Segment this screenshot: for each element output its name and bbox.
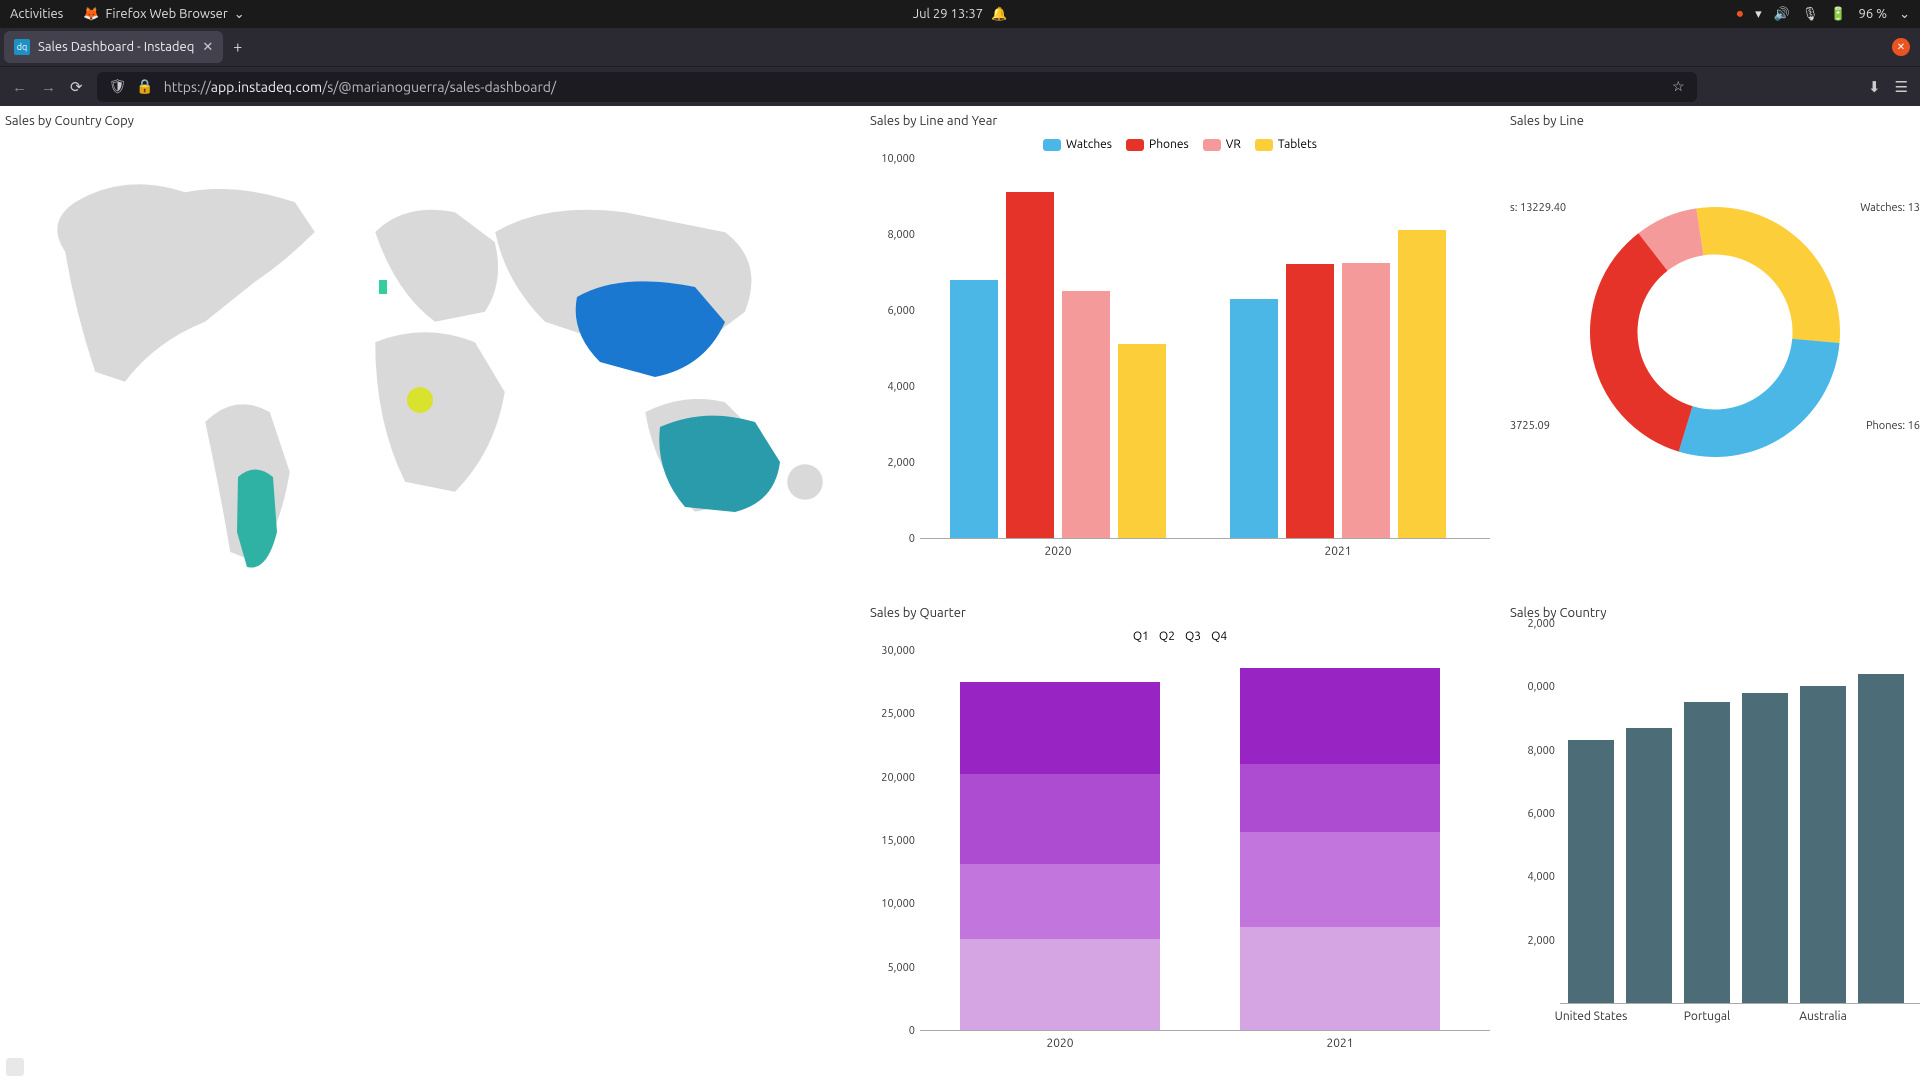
battery-icon[interactable]: 🔋: [1830, 7, 1846, 22]
bookmark-star-icon[interactable]: ☆: [1672, 78, 1685, 95]
menu-button[interactable]: ☰: [1895, 78, 1908, 96]
shield-icon[interactable]: 🛡: [109, 78, 127, 95]
stack-Q2-2020[interactable]: [960, 864, 1160, 939]
legend-item[interactable]: Q1: [1133, 630, 1149, 643]
legend-item[interactable]: Q4: [1211, 630, 1227, 643]
panel-title: Sales by Country: [1510, 602, 1920, 624]
stack-Q1-2021[interactable]: [1240, 927, 1440, 1030]
panel-title: Sales by Country Copy: [5, 110, 855, 132]
reload-button[interactable]: ⟳: [70, 78, 83, 96]
panel-title: Sales by Line: [1510, 110, 1920, 132]
bar-chart[interactable]: 02,0004,0006,0008,00010,00020202021: [920, 159, 1490, 539]
stack-Q1-2020[interactable]: [960, 939, 1160, 1030]
browser-toolbar: ← → ⟳ 🛡 🔒 https://app.instadeq.com/s/@ma…: [0, 66, 1920, 106]
chevron-down-icon[interactable]: ⌄: [1899, 7, 1910, 22]
legend-item[interactable]: Q3: [1185, 630, 1201, 643]
dashboard-content: Sales by Country Copy Sales by Line and …: [0, 106, 1920, 1080]
url-text: https://app.instadeq.com/s/@marianoguerr…: [164, 79, 1662, 95]
bar-vr-2021[interactable]: [1342, 263, 1390, 539]
back-button[interactable]: ←: [12, 78, 27, 96]
donut-slice-watches[interactable]: [1679, 339, 1840, 457]
bar-phones-2020[interactable]: [1006, 192, 1054, 538]
battery-pct: 96 %: [1859, 7, 1888, 21]
new-tab-button[interactable]: +: [233, 38, 242, 56]
donut-slice-tablets[interactable]: [1696, 207, 1840, 343]
world-map[interactable]: [5, 132, 855, 572]
country-bar-5[interactable]: [1858, 674, 1904, 1003]
browser-tab-bar: dq Sales Dashboard - Instadeq ✕ + ✕: [0, 28, 1920, 66]
pocket-icon[interactable]: ⬇: [1868, 78, 1881, 96]
country-bar-0[interactable]: [1568, 740, 1614, 1003]
screen-record-icon[interactable]: ⏺: [1737, 7, 1744, 22]
mic-icon[interactable]: 🎙: [1802, 7, 1819, 22]
browser-tab[interactable]: dq Sales Dashboard - Instadeq ✕: [4, 31, 223, 63]
donut-label-watches: Watches: 13: [1860, 202, 1920, 214]
lock-icon[interactable]: 🔒: [136, 78, 153, 95]
country-bar-2[interactable]: [1684, 702, 1730, 1003]
app-name: Firefox Web Browser: [106, 7, 228, 21]
chart-legend: Watches Phones VR Tablets: [870, 138, 1490, 151]
panel-title: Sales by Line and Year: [870, 110, 1490, 132]
activities-button[interactable]: Activities: [10, 7, 63, 21]
stack-Q4-2020[interactable]: [960, 682, 1160, 774]
wifi-icon[interactable]: ▾: [1755, 7, 1762, 22]
stack-Q3-2021[interactable]: [1240, 764, 1440, 832]
bar-tablets-2021[interactable]: [1398, 230, 1446, 538]
map-country-australia[interactable]: [659, 416, 780, 512]
app-indicator[interactable]: 🦊 Firefox Web Browser ⌄: [83, 7, 244, 22]
country-bar-3[interactable]: [1742, 693, 1788, 1003]
favicon: dq: [14, 39, 30, 55]
os-top-bar: Activities 🦊 Firefox Web Browser ⌄ Jul 2…: [0, 0, 1920, 28]
footer-icon[interactable]: [6, 1058, 24, 1076]
chart-legend: Q1 Q2 Q3 Q4: [870, 630, 1490, 643]
map-country-nigeria[interactable]: [407, 387, 433, 413]
address-bar[interactable]: 🛡 🔒 https://app.instadeq.com/s/@marianog…: [97, 72, 1697, 102]
map-country-argentina[interactable]: [237, 470, 277, 568]
notification-icon[interactable]: 🔔: [991, 7, 1007, 22]
volume-icon[interactable]: 🔊: [1774, 7, 1790, 22]
clock[interactable]: Jul 29 13:37: [913, 7, 983, 21]
chevron-down-icon: ⌄: [234, 7, 245, 22]
country-bar-4[interactable]: [1800, 686, 1846, 1003]
country-bar-chart[interactable]: 2,0004,0006,0008,0000,0002,000United Sta…: [1560, 624, 1920, 1004]
panel-sales-by-line-and-year: Sales by Line and Year Watches Phones VR…: [870, 110, 1490, 590]
stack-Q4-2021[interactable]: [1240, 668, 1440, 764]
firefox-icon: 🦊: [83, 7, 99, 22]
stack-Q2-2021[interactable]: [1240, 832, 1440, 927]
bar-watches-2020[interactable]: [950, 280, 998, 538]
bar-tablets-2020[interactable]: [1118, 344, 1166, 538]
donut-label-tablets: s: 13229.40: [1510, 202, 1566, 214]
forward-button[interactable]: →: [41, 78, 56, 96]
donut-chart[interactable]: Watches: 13 Phones: 16 3725.09 s: 13229.…: [1510, 132, 1920, 532]
bar-vr-2020[interactable]: [1062, 291, 1110, 538]
panel-sales-by-country-map: Sales by Country Copy: [5, 110, 855, 590]
window-close-button[interactable]: ✕: [1892, 38, 1910, 56]
donut-label-vr: 3725.09: [1510, 420, 1550, 432]
map-country-portugal[interactable]: [379, 280, 387, 294]
donut-slice-phones[interactable]: [1590, 233, 1692, 451]
legend-item[interactable]: VR: [1203, 138, 1241, 151]
legend-item[interactable]: Q2: [1159, 630, 1175, 643]
legend-item[interactable]: Watches: [1043, 138, 1112, 151]
legend-item[interactable]: Phones: [1126, 138, 1189, 151]
panel-title: Sales by Quarter: [870, 602, 1490, 624]
bar-watches-2021[interactable]: [1230, 299, 1278, 538]
panel-sales-by-country-bar: Sales by Country 2,0004,0006,0008,0000,0…: [1510, 602, 1920, 1082]
tab-title: Sales Dashboard - Instadeq: [38, 40, 194, 54]
legend-item[interactable]: Tablets: [1255, 138, 1317, 151]
panel-sales-by-quarter: Sales by Quarter Q1 Q2 Q3 Q4 05,00010,00…: [870, 602, 1490, 1082]
donut-label-phones: Phones: 16: [1866, 420, 1920, 432]
stack-Q3-2020[interactable]: [960, 774, 1160, 864]
stacked-bar-chart[interactable]: 05,00010,00015,00020,00025,00030,0002020…: [920, 651, 1490, 1031]
country-bar-1[interactable]: [1626, 728, 1672, 1004]
close-tab-button[interactable]: ✕: [202, 40, 213, 55]
bar-phones-2021[interactable]: [1286, 264, 1334, 538]
panel-sales-by-line-donut: Sales by Line Watches: 13 Phones: 16 372…: [1510, 110, 1920, 590]
